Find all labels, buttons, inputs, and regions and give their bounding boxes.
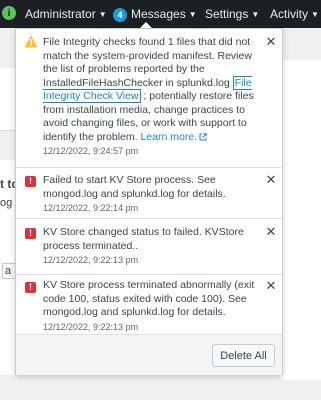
nav-settings[interactable]: Settings ▼ — [205, 7, 259, 21]
close-icon[interactable]: ✕ — [265, 225, 277, 238]
nav-messages-label: Messages — [131, 7, 186, 21]
external-link-icon — [199, 132, 207, 140]
message-timestamp: 12/12/2022, 9:22:13 pm — [43, 255, 139, 265]
message-timestamp: 12/12/2022, 9:22:14 pm — [43, 203, 139, 213]
close-icon[interactable]: ✕ — [265, 35, 277, 48]
close-icon[interactable]: ✕ — [265, 279, 277, 292]
message-item: ! KV Store process terminated abnormally… — [16, 275, 282, 333]
error-exclamation-icon: ! — [25, 176, 36, 187]
caret-down-icon: ▼ — [251, 10, 260, 19]
error-exclamation-icon: ! — [25, 228, 36, 239]
message-text: KV Store changed status to failed. KVSto… — [43, 226, 265, 268]
message-text: Failed to start KV Store process. See mo… — [43, 174, 265, 216]
nav-messages[interactable]: 4 Messages ▼ — [113, 7, 197, 22]
nav-administrator[interactable]: Administrator ▼ — [25, 7, 107, 21]
learn-more-label: Learn more. — [140, 130, 198, 143]
message-item: ! Failed to start KV Store process. See … — [16, 168, 282, 219]
background-panel-right — [281, 60, 321, 380]
caret-down-icon: ▼ — [188, 10, 197, 19]
message-body: KV Store process terminated abnormally (… — [43, 279, 255, 318]
caret-down-icon: ▼ — [98, 10, 107, 19]
popover-footer: Delete All — [16, 334, 282, 375]
message-body: File Integrity checks found 1 files that… — [43, 36, 252, 89]
top-nav-bar: i Administrator ▼ 4 Messages ▼ Settings ▼ Ac… — [0, 0, 321, 28]
caret-down-icon: ▼ — [311, 10, 319, 19]
message-item: ! KV Store changed status to failed. KVS… — [16, 219, 282, 275]
message-timestamp: 12/12/2022, 9:24:57 pm — [43, 146, 139, 156]
error-exclamation-icon: ! — [25, 282, 36, 293]
message-text: File Integrity checks found 1 files that… — [43, 36, 265, 159]
message-text: KV Store process terminated abnormally (… — [43, 279, 265, 334]
nav-settings-label: Settings — [205, 7, 249, 21]
app-status-icon[interactable]: i — [2, 6, 16, 20]
close-icon[interactable]: ✕ — [265, 173, 277, 186]
delete-all-button[interactable]: Delete All — [212, 344, 275, 367]
warning-triangle-icon — [24, 35, 38, 48]
message-timestamp: 12/12/2022, 9:22:13 pm — [43, 321, 139, 332]
message-item: File Integrity checks found 1 files that… — [16, 29, 282, 168]
messages-popover: File Integrity checks found 1 files that… — [15, 28, 283, 375]
learn-more-link[interactable]: Learn more. — [140, 131, 207, 143]
message-body: KV Store changed status to failed. KVSto… — [43, 226, 244, 252]
messages-count-badge: 4 — [113, 8, 127, 22]
nav-activity[interactable]: Activity ▼ — [270, 7, 319, 21]
message-body: Failed to start KV Store process. See mo… — [43, 174, 226, 200]
nav-activity-label: Activity — [270, 7, 309, 21]
nav-administrator-label: Administrator — [25, 7, 96, 21]
